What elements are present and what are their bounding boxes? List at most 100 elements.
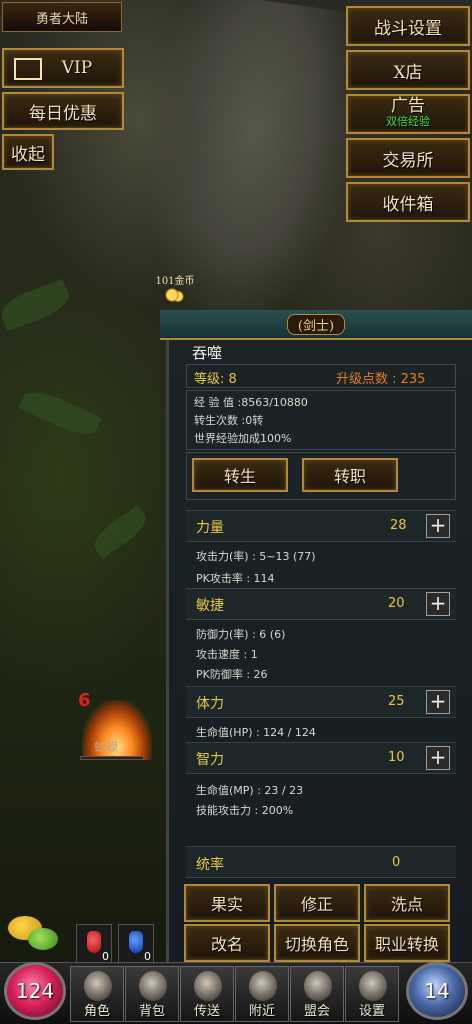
mp-orb: 14	[406, 962, 468, 1020]
monster-hp-bar	[80, 756, 144, 760]
world-exp-bonus-text: 世界经验加成100%	[194, 432, 292, 445]
mailbox-label: 收件箱	[382, 194, 434, 215]
change-job-button[interactable]: 转职	[302, 458, 398, 492]
exchange-button[interactable]: 交易所	[346, 138, 470, 178]
hp-orb-value: 124	[15, 979, 55, 1003]
mp-orb-value: 14	[424, 979, 450, 1003]
attr-value-leadership: 0	[392, 855, 401, 870]
teleport-icon	[194, 971, 222, 1001]
exp-text: 经 验 值 :8563/10880	[194, 396, 308, 409]
ad-sub-label: 双倍经验	[386, 115, 430, 128]
switch-character-label: 切换角色	[284, 935, 349, 954]
ad-button[interactable]: 广告 双倍经验	[346, 94, 470, 134]
nearby-icon	[249, 971, 277, 1001]
guild-icon	[304, 971, 332, 1001]
nav-label: 盟会	[303, 1004, 330, 1019]
attr-label-leadership: 统率	[196, 857, 224, 873]
add-agility-button[interactable]: +	[426, 592, 450, 616]
nav-label: 背包	[138, 1004, 165, 1019]
film-icon	[14, 58, 42, 80]
settings-icon	[359, 971, 387, 1001]
daily-offer-label: 每日优惠	[29, 103, 97, 124]
attr-label-strength: 力量	[196, 520, 224, 536]
gold-drop[interactable]: 101金币	[150, 272, 200, 302]
panel-header: (剑士)	[160, 310, 472, 340]
attr-row-intelligence	[186, 742, 456, 774]
vip-button[interactable]: VIP	[2, 48, 124, 88]
attr-value-intelligence: 10	[388, 750, 405, 765]
attr-row-vitality	[186, 686, 456, 718]
attr-row-strength	[186, 510, 456, 542]
monster-name[interactable]: 蛤蟆	[94, 738, 118, 755]
fern-leaf	[88, 504, 152, 560]
hp-orb: 124	[4, 962, 66, 1020]
nav-label: 传送	[193, 1004, 220, 1019]
gold-drop-label: 101金币	[155, 276, 195, 287]
character-name: 吞噬	[192, 344, 223, 362]
ad-label: 广告	[391, 96, 425, 116]
x-shop-label: X店	[393, 62, 423, 83]
attr-detail: 攻击速度 : 1	[196, 648, 258, 661]
nav-character[interactable]: 角色	[70, 966, 124, 1022]
upgrade-points-label: 升级点数 : 235	[336, 372, 426, 387]
job-change-label: 职业转换	[374, 935, 439, 954]
gold-coin-icon	[164, 288, 184, 302]
region-name: 勇者大陆	[2, 2, 122, 32]
x-shop-button[interactable]: X店	[346, 50, 470, 90]
chat-bubble-green	[28, 928, 58, 950]
nav-label: 设置	[358, 1004, 385, 1019]
mp-potion-slot[interactable]: 0	[118, 924, 154, 964]
attr-label-vitality: 体力	[196, 696, 224, 712]
attr-value-agility: 20	[388, 596, 405, 611]
reset-points-button[interactable]: 洗点	[364, 884, 450, 922]
fruit-button[interactable]: 果实	[184, 884, 270, 922]
blue-potion-icon	[129, 931, 143, 953]
vip-label: VIP	[61, 58, 93, 78]
nav-settings[interactable]: 设置	[345, 966, 399, 1022]
attr-detail: PK防御率 : 26	[196, 668, 268, 681]
attr-value-vitality: 25	[388, 694, 405, 709]
attr-detail: 技能攻击力 : 200%	[196, 804, 294, 817]
monster-level: 6	[78, 690, 91, 711]
attr-detail: 生命值(MP) : 23 / 23	[196, 784, 304, 797]
battle-settings-button[interactable]: 战斗设置	[346, 6, 470, 46]
mailbox-button[interactable]: 收件箱	[346, 182, 470, 222]
reset-points-label: 洗点	[390, 895, 423, 914]
nav-guild[interactable]: 盟会	[290, 966, 344, 1022]
add-strength-button[interactable]: +	[426, 514, 450, 538]
red-potion-icon	[87, 931, 101, 953]
change-job-label: 转职	[333, 467, 366, 486]
nav-bag[interactable]: 背包	[125, 966, 179, 1022]
exchange-label: 交易所	[382, 150, 434, 171]
daily-offer-button[interactable]: 每日优惠	[2, 92, 124, 130]
character-icon	[84, 971, 112, 1001]
nav-nearby[interactable]: 附近	[235, 966, 289, 1022]
rename-button[interactable]: 改名	[184, 924, 270, 962]
attr-detail: PK攻击率 : 114	[196, 572, 275, 585]
correct-label: 修正	[300, 895, 333, 914]
class-title: (剑士)	[286, 313, 346, 335]
attr-row-agility	[186, 588, 456, 620]
attr-value-strength: 28	[390, 518, 407, 533]
level-label: 等级: 8	[194, 372, 237, 387]
rename-label: 改名	[210, 935, 243, 954]
add-vitality-button[interactable]: +	[426, 690, 450, 714]
attr-label-intelligence: 智力	[196, 752, 224, 768]
attr-detail: 攻击力(率) : 5~13 (77)	[196, 550, 316, 563]
rebirth-button[interactable]: 转生	[192, 458, 288, 492]
fruit-label: 果实	[210, 895, 243, 914]
add-intelligence-button[interactable]: +	[426, 746, 450, 770]
attr-label-agility: 敏捷	[196, 598, 224, 614]
nav-label: 附近	[248, 1004, 275, 1019]
bag-icon	[139, 971, 167, 1001]
battle-settings-label: 战斗设置	[374, 18, 442, 39]
collapse-button[interactable]: 收起	[2, 134, 54, 170]
nav-teleport[interactable]: 传送	[180, 966, 234, 1022]
hp-potion-slot[interactable]: 0	[76, 924, 112, 964]
switch-character-button[interactable]: 切换角色	[274, 924, 360, 962]
chat-icon[interactable]	[6, 916, 58, 952]
correct-button[interactable]: 修正	[274, 884, 360, 922]
job-change-button[interactable]: 职业转换	[364, 924, 450, 962]
fern-leaf	[0, 278, 74, 332]
fern-leaf	[18, 384, 102, 442]
